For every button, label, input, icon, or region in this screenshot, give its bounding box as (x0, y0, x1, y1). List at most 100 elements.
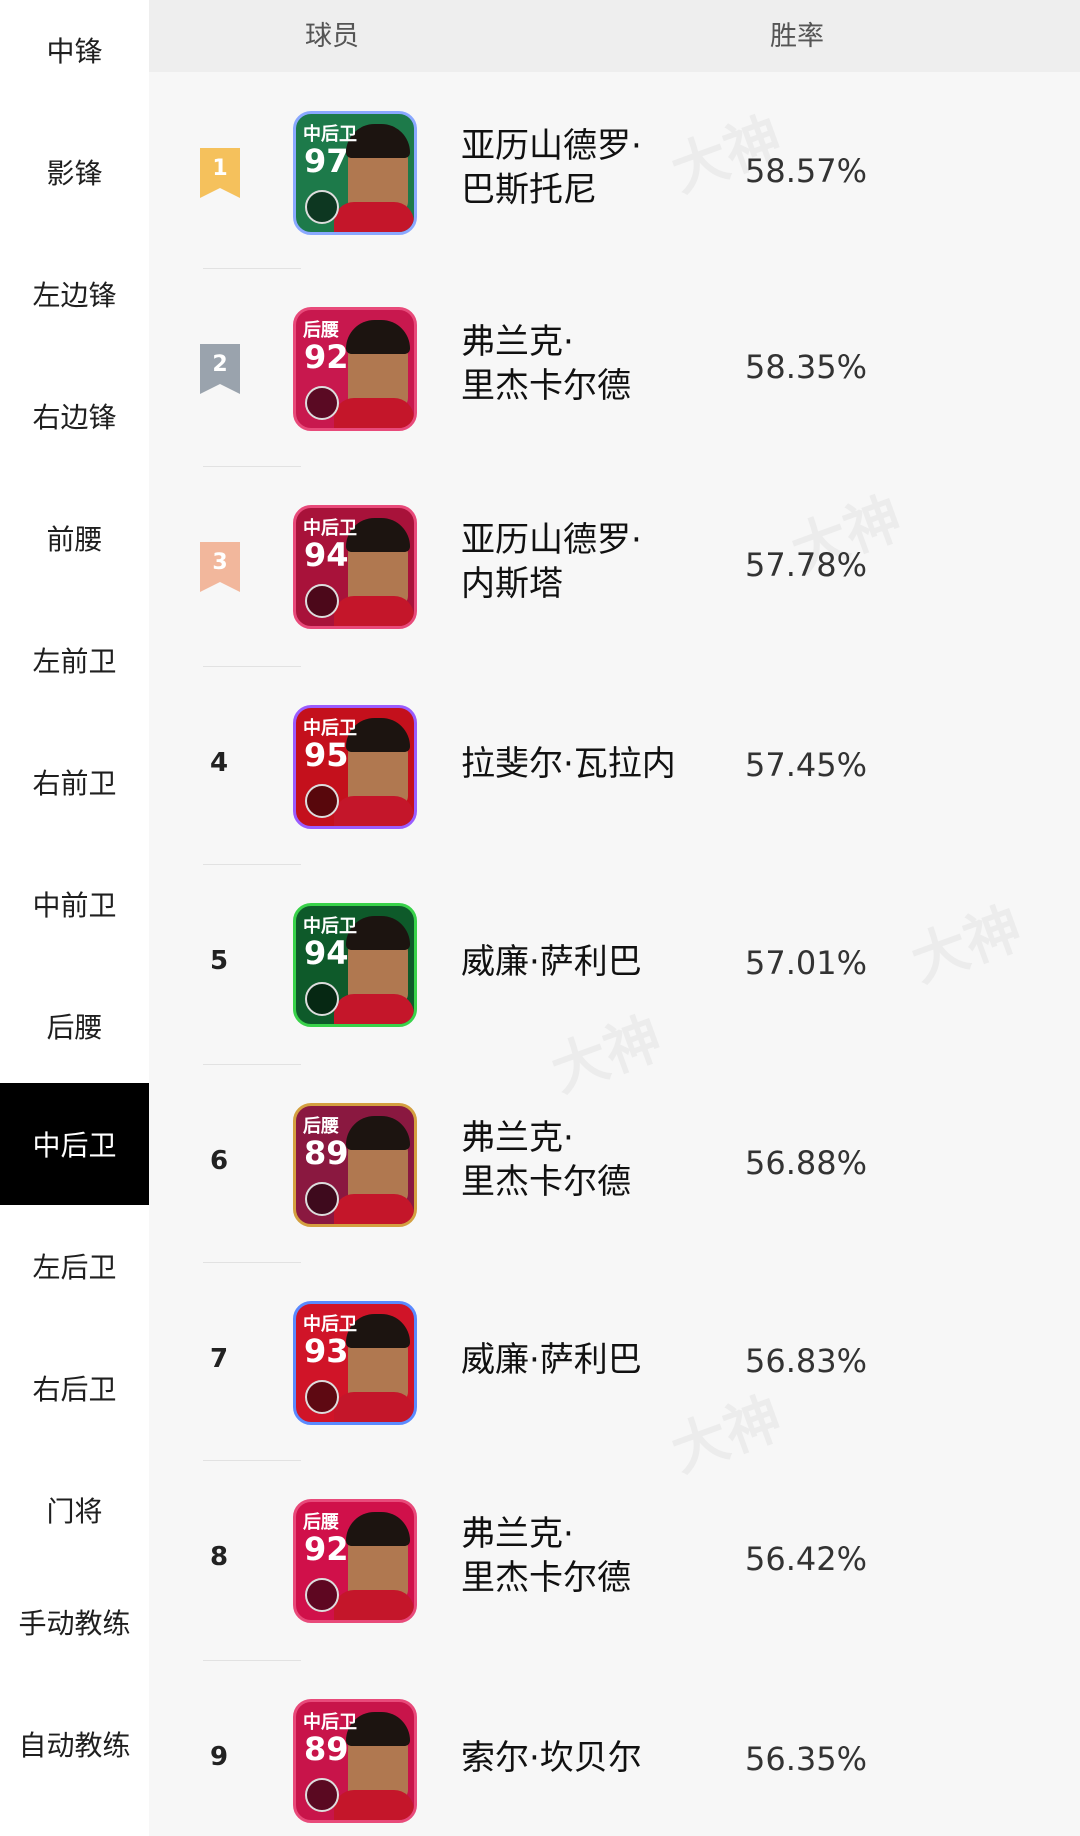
player-name-line1: 弗兰克· (461, 322, 574, 362)
table-row[interactable]: 4 中后卫 95 拉斐尔·瓦拉内 57.45% (149, 666, 1080, 864)
rank-badge: 1 (200, 148, 240, 198)
player-name-line1: 威廉·萨利巴 (461, 942, 642, 982)
sidebar-item-lb[interactable]: 左后卫 (0, 1205, 149, 1327)
row-divider (203, 1660, 301, 1661)
card-rating: 92 (304, 338, 349, 376)
player-card[interactable]: 中后卫 94 (293, 505, 417, 629)
club-crest-icon (305, 1380, 339, 1414)
player-name: 弗兰克· 里杰卡尔德 (461, 1512, 761, 1600)
sidebar-item-auto-manager[interactable]: 自动教练 (0, 1683, 149, 1805)
player-name-line1: 威廉·萨利巴 (461, 1340, 642, 1380)
table-row[interactable]: 8 后腰 92 弗兰克· 里杰卡尔德 56.42% (149, 1460, 1080, 1658)
card-rating: 94 (304, 934, 349, 972)
player-card[interactable]: 后腰 92 (293, 1499, 417, 1623)
row-divider (203, 1064, 301, 1065)
win-rate: 56.88% (745, 1144, 868, 1182)
player-hair (346, 1116, 410, 1150)
sidebar-item-cmf[interactable]: 中前卫 (0, 843, 149, 965)
player-shirt (334, 796, 414, 826)
sidebar-item-cf[interactable]: 影锋 (0, 111, 149, 233)
player-shirt (334, 1194, 414, 1224)
table-row[interactable]: 1 中后卫 97 亚历山德罗· 巴斯托尼 58.57% (149, 72, 1080, 270)
player-name-line2: 巴斯托尼 (461, 170, 597, 210)
club-crest-icon (305, 190, 339, 224)
player-name: 弗兰克· 里杰卡尔德 (461, 1116, 761, 1204)
player-name: 亚历山德罗· 巴斯托尼 (461, 124, 761, 212)
sidebar-item-rb[interactable]: 右后卫 (0, 1327, 149, 1449)
sidebar-item-st[interactable]: 中锋 (0, 0, 149, 111)
table-row[interactable]: 7 中后卫 93 威廉·萨利巴 56.83% (149, 1262, 1080, 1460)
ranking-panel: 球员 胜率 大神 大神 大神 大神 大神 1中后卫97亚历山德罗·巴斯托尼58.… (149, 0, 1080, 1836)
table-row[interactable]: 3 中后卫 94 亚历山德罗· 内斯塔 57.78% (149, 466, 1080, 664)
rank-number: 9 (209, 1742, 229, 1772)
player-card[interactable]: 中后卫 95 (293, 705, 417, 829)
club-crest-icon (305, 1182, 339, 1216)
rank-number: 7 (209, 1344, 229, 1374)
rank-number: 8 (209, 1542, 229, 1572)
card-rating: 89 (304, 1730, 349, 1768)
table-row[interactable]: 6 后腰 89 弗兰克· 里杰卡尔德 56.88% (149, 1064, 1080, 1262)
player-card[interactable]: 中后卫 89 (293, 1699, 417, 1823)
row-divider (203, 666, 301, 667)
player-shirt (334, 202, 414, 232)
player-name: 弗兰克· 里杰卡尔德 (461, 320, 761, 408)
position-sidebar: 中锋 影锋 左边锋 右边锋 前腰 左前卫 右前卫 中前卫 后腰 中后卫 左后卫 … (0, 0, 149, 1836)
player-shirt (334, 596, 414, 626)
sidebar-item-gk[interactable]: 门将 (0, 1449, 149, 1571)
player-name-line1: 亚历山德罗· (461, 126, 642, 166)
player-name: 索尔·坎贝尔 (461, 1736, 761, 1780)
rank-number: 2 (212, 352, 228, 377)
row-divider (203, 466, 301, 467)
player-name-line1: 拉斐尔·瓦拉内 (461, 744, 676, 784)
sidebar-item-lmf[interactable]: 左前卫 (0, 599, 149, 721)
card-rating: 89 (304, 1134, 349, 1172)
player-name-line2: 内斯塔 (461, 564, 563, 604)
table-row[interactable]: 5 中后卫 94 威廉·萨利巴 57.01% (149, 864, 1080, 1062)
player-card[interactable]: 后腰 92 (293, 307, 417, 431)
row-divider (203, 268, 301, 269)
sidebar-item-cb[interactable]: 中后卫 (0, 1083, 149, 1205)
rank-number: 5 (209, 946, 229, 976)
win-rate: 56.42% (745, 1540, 868, 1578)
table-header: 球员 胜率 (149, 0, 1080, 72)
win-rate: 58.57% (745, 152, 868, 190)
player-name: 威廉·萨利巴 (461, 940, 761, 984)
sidebar-item-dmf[interactable]: 后腰 (0, 965, 149, 1087)
win-rate: 58.35% (745, 348, 868, 386)
player-name-line1: 索尔·坎贝尔 (461, 1738, 642, 1778)
card-rating: 92 (304, 1530, 349, 1568)
table-row[interactable]: 2 后腰 92 弗兰克· 里杰卡尔德 58.35% (149, 268, 1080, 466)
sidebar-item-lwf[interactable]: 左边锋 (0, 233, 149, 355)
win-rate: 56.35% (745, 1740, 868, 1778)
card-rating: 93 (304, 1332, 349, 1370)
player-shirt (334, 1590, 414, 1620)
sidebar-item-rwf[interactable]: 右边锋 (0, 355, 149, 477)
table-row[interactable]: 9 中后卫 89 索尔·坎贝尔 56.35% (149, 1660, 1080, 1836)
winrate-column-header: 胜率 (770, 21, 824, 52)
club-crest-icon (305, 584, 339, 618)
sidebar-item-amf[interactable]: 前腰 (0, 477, 149, 599)
player-name: 威廉·萨利巴 (461, 1338, 761, 1382)
rank-badge: 3 (200, 542, 240, 592)
player-name-line1: 弗兰克· (461, 1514, 574, 1554)
card-rating: 97 (304, 142, 349, 180)
player-card[interactable]: 中后卫 94 (293, 903, 417, 1027)
player-shirt (334, 1790, 414, 1820)
player-card[interactable]: 后腰 89 (293, 1103, 417, 1227)
win-rate: 57.78% (745, 546, 868, 584)
player-name: 拉斐尔·瓦拉内 (461, 742, 761, 786)
player-shirt (334, 398, 414, 428)
sidebar-item-rmf[interactable]: 右前卫 (0, 721, 149, 843)
club-crest-icon (305, 1578, 339, 1612)
player-card[interactable]: 中后卫 97 (293, 111, 417, 235)
rank-number: 6 (209, 1146, 229, 1176)
sidebar-item-manual-manager[interactable]: 手动教练 (0, 1561, 149, 1683)
player-shirt (334, 994, 414, 1024)
rank-badge: 2 (200, 344, 240, 394)
player-name-line2: 里杰卡尔德 (461, 366, 631, 406)
win-rate: 57.01% (745, 944, 868, 982)
player-hair (346, 320, 410, 354)
player-card[interactable]: 中后卫 93 (293, 1301, 417, 1425)
player-name-line1: 弗兰克· (461, 1118, 574, 1158)
row-divider (203, 864, 301, 865)
